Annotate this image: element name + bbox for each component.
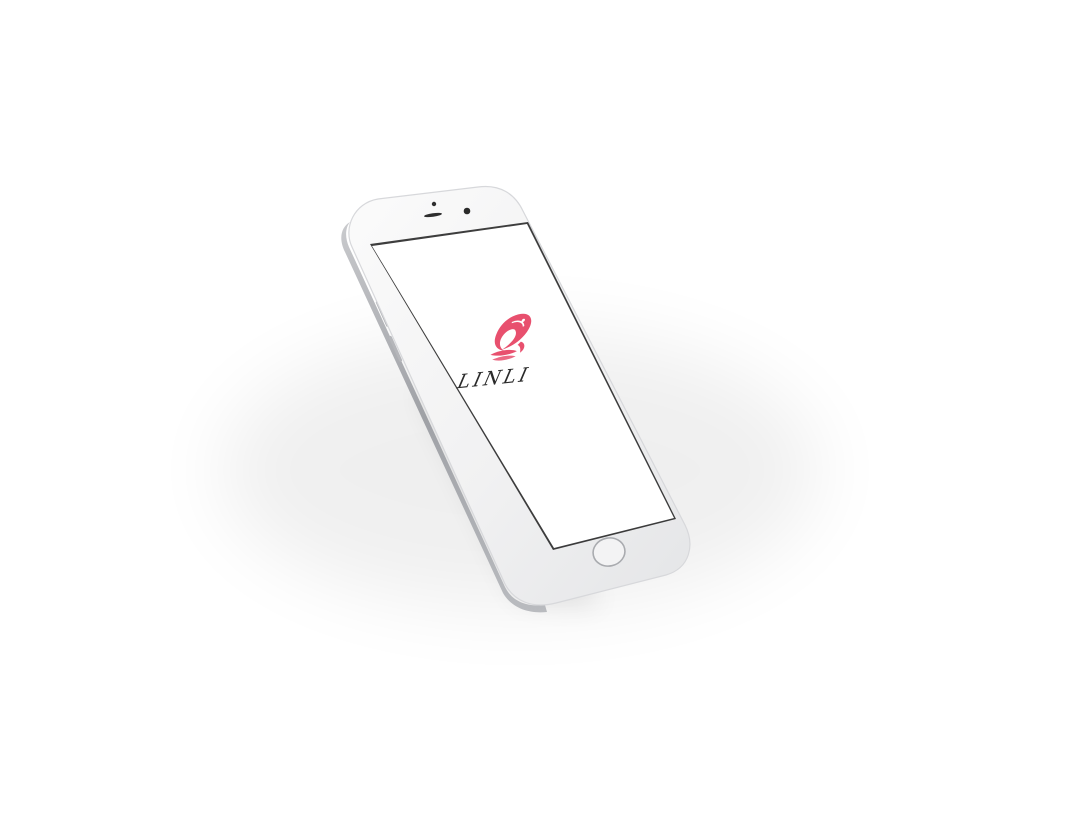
proximity-sensor xyxy=(431,201,437,207)
front-camera xyxy=(463,207,471,215)
mockup-stage: LINLI xyxy=(0,0,1080,835)
phone-mockup-scene: LINLI xyxy=(220,185,820,613)
